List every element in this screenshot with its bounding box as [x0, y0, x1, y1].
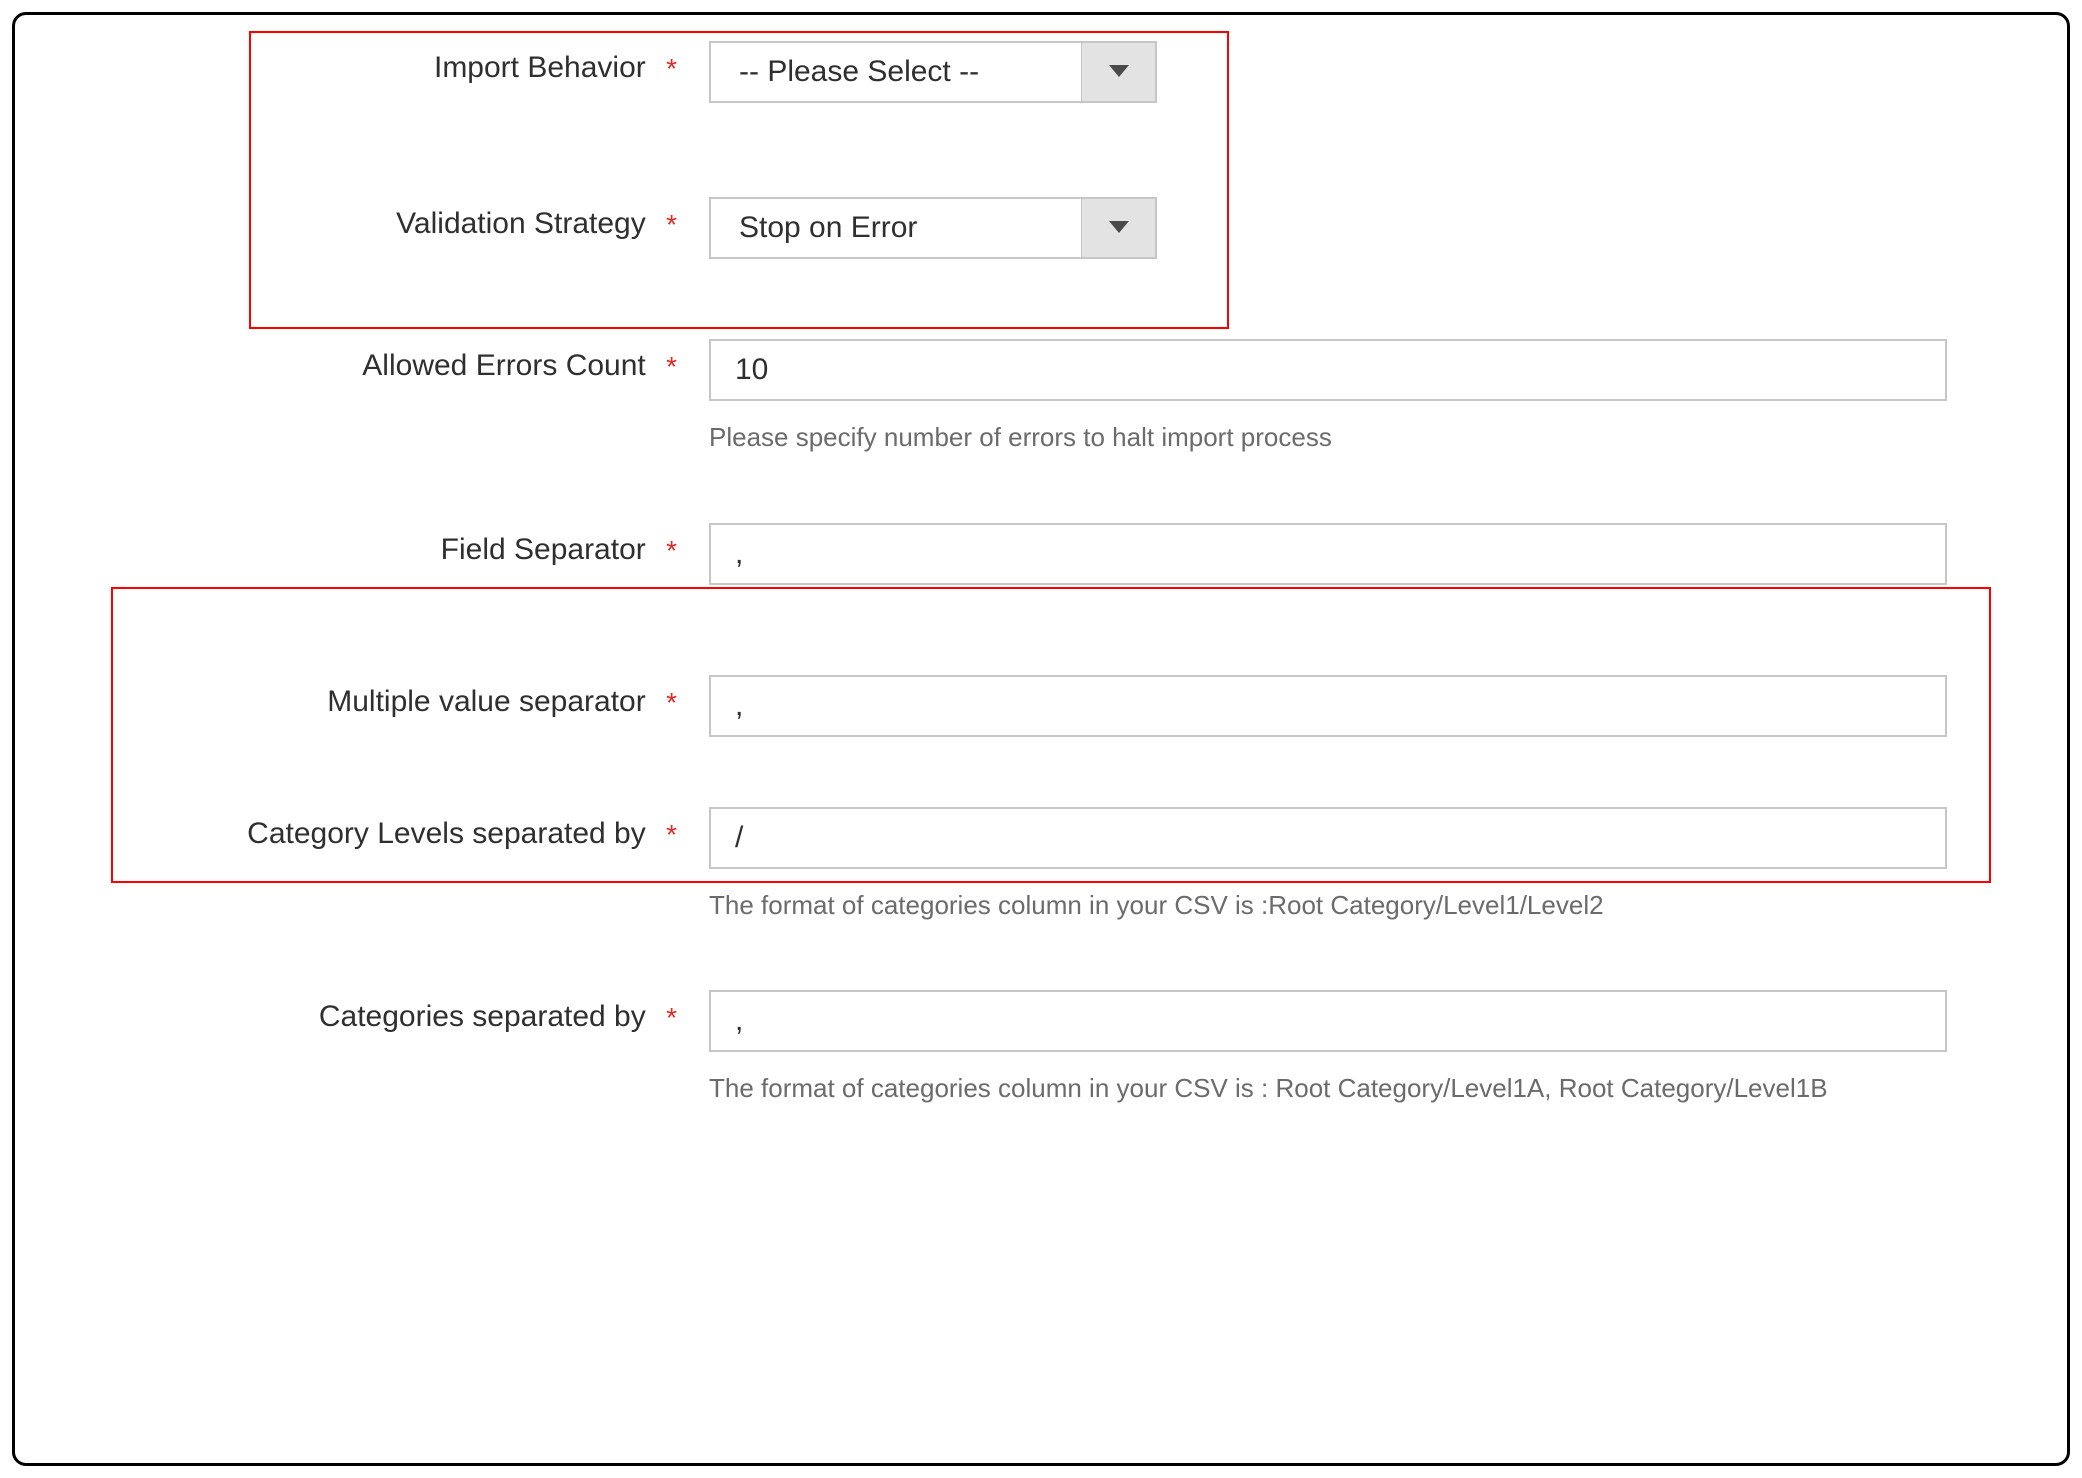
label-category-levels: Category Levels separated by * — [57, 807, 687, 851]
select-value-validation-strategy: Stop on Error — [711, 199, 1081, 257]
row-validation-strategy: Validation Strategy * Stop on Error — [57, 197, 2025, 259]
input-multiple-value-separator[interactable] — [709, 675, 1947, 737]
row-import-behavior: Import Behavior * -- Please Select -- — [57, 41, 2025, 103]
control-multiple-value-separator — [687, 675, 1947, 737]
note-allowed-errors: Please specify number of errors to halt … — [709, 419, 1947, 457]
required-mark: * — [666, 687, 677, 718]
label-field-separator: Field Separator * — [57, 523, 687, 567]
label-text-validation-strategy: Validation Strategy — [396, 207, 646, 240]
control-categories-separated: The format of categories column in your … — [687, 990, 1947, 1108]
select-import-behavior[interactable]: -- Please Select -- — [709, 41, 1157, 103]
input-categories-separated[interactable] — [709, 990, 1947, 1052]
chevron-down-icon — [1081, 43, 1155, 101]
row-field-separator: Field Separator * — [57, 523, 2025, 585]
import-settings-form: Import Behavior * -- Please Select -- Va… — [57, 41, 2025, 1445]
row-category-levels: Category Levels separated by * The forma… — [57, 807, 2025, 925]
note-category-levels: The format of categories column in your … — [709, 887, 1947, 925]
control-field-separator — [687, 523, 1947, 585]
control-validation-strategy: Stop on Error — [687, 197, 1947, 259]
label-text-category-levels: Category Levels separated by — [247, 817, 646, 850]
input-allowed-errors[interactable] — [709, 339, 1947, 401]
label-text-import-behavior: Import Behavior — [434, 51, 646, 84]
note-categories-separated: The format of categories column in your … — [709, 1070, 1909, 1108]
row-allowed-errors: Allowed Errors Count * Please specify nu… — [57, 339, 2025, 457]
input-category-levels[interactable] — [709, 807, 1947, 869]
required-mark: * — [666, 819, 677, 850]
input-field-separator[interactable] — [709, 523, 1947, 585]
control-import-behavior: -- Please Select -- — [687, 41, 1947, 103]
label-text-multiple-value-separator: Multiple value separator — [327, 685, 646, 718]
row-categories-separated: Categories separated by * The format of … — [57, 990, 2025, 1108]
required-mark: * — [666, 535, 677, 566]
control-category-levels: The format of categories column in your … — [687, 807, 1947, 925]
required-mark: * — [666, 351, 677, 382]
label-allowed-errors: Allowed Errors Count * — [57, 339, 687, 383]
control-allowed-errors: Please specify number of errors to halt … — [687, 339, 1947, 457]
select-value-import-behavior: -- Please Select -- — [711, 43, 1081, 101]
label-text-categories-separated: Categories separated by — [319, 1000, 646, 1033]
label-categories-separated: Categories separated by * — [57, 990, 687, 1034]
required-mark: * — [666, 1002, 677, 1033]
required-mark: * — [666, 53, 677, 84]
label-validation-strategy: Validation Strategy * — [57, 197, 687, 241]
select-validation-strategy[interactable]: Stop on Error — [709, 197, 1157, 259]
row-multiple-value-separator: Multiple value separator * — [57, 675, 2025, 737]
label-text-field-separator: Field Separator — [441, 533, 646, 566]
chevron-down-icon — [1081, 199, 1155, 257]
label-import-behavior: Import Behavior * — [57, 41, 687, 85]
settings-panel: Import Behavior * -- Please Select -- Va… — [12, 12, 2070, 1466]
label-text-allowed-errors: Allowed Errors Count — [362, 349, 645, 382]
label-multiple-value-separator: Multiple value separator * — [57, 675, 687, 719]
required-mark: * — [666, 209, 677, 240]
